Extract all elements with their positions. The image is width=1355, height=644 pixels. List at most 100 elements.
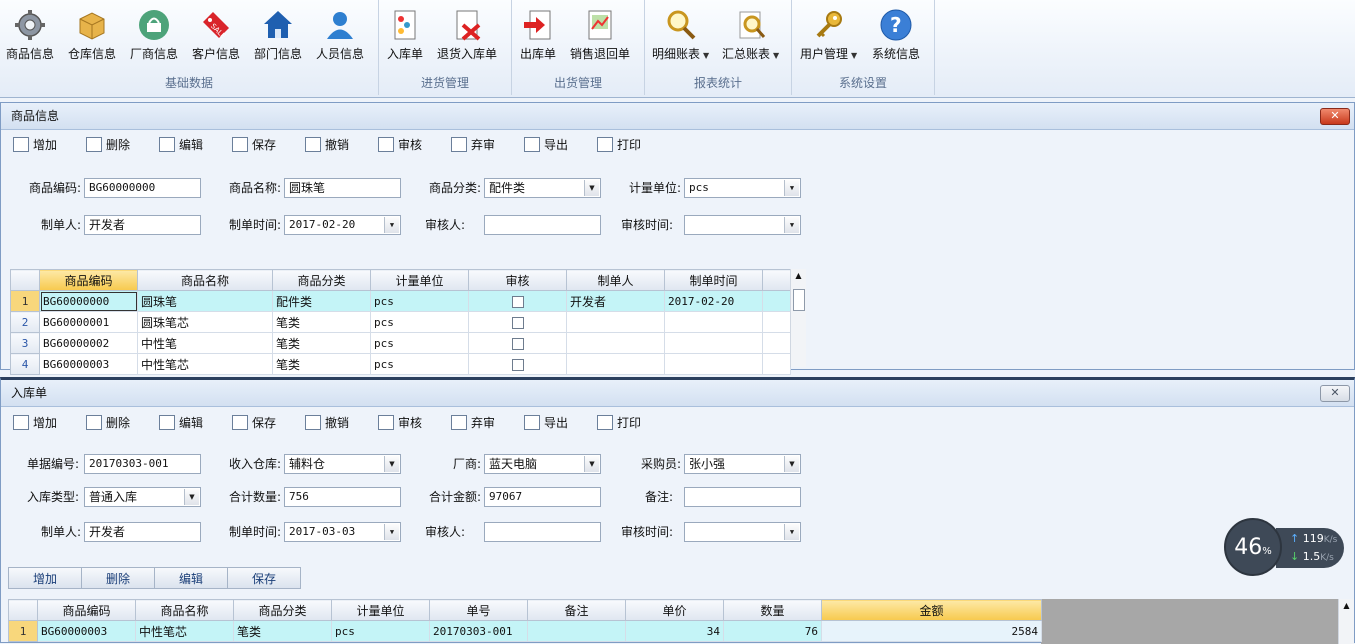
- cell-category[interactable]: 笔类: [233, 620, 332, 642]
- column-header[interactable]: 计量单位: [331, 599, 430, 621]
- cell-category[interactable]: 笔类: [272, 311, 371, 333]
- checkbox[interactable]: [511, 316, 524, 329]
- cell-date[interactable]: 2017-02-20: [664, 290, 763, 312]
- creator-field[interactable]: 开发者: [84, 522, 201, 542]
- cell-code[interactable]: BG60000003: [37, 620, 136, 642]
- chevron-down-icon[interactable]: ▼: [784, 217, 799, 233]
- product-category-select[interactable]: 配件类 ▼: [484, 178, 601, 198]
- cell-creator[interactable]: [566, 311, 665, 333]
- chevron-down-icon[interactable]: ▼: [773, 51, 779, 60]
- warehouse-select[interactable]: 辅料仓 ▼: [284, 454, 401, 474]
- cell-date[interactable]: [664, 311, 763, 333]
- checkbox[interactable]: [511, 358, 524, 371]
- ribbon-btn-department-info[interactable]: 部门信息: [254, 8, 302, 62]
- ribbon-btn-outbound[interactable]: 出库单: [520, 8, 556, 62]
- inbound-type-select[interactable]: 普通入库 ▼: [84, 487, 201, 507]
- buyer-select[interactable]: 张小强 ▼: [684, 454, 801, 474]
- column-header[interactable]: 商品编码: [37, 599, 136, 621]
- toolbar-add-button[interactable]: 增加: [13, 413, 57, 433]
- table-row[interactable]: 1 BG60000003 中性笔芯 笔类 pcs 20170303-001 34…: [8, 620, 1042, 642]
- column-header[interactable]: 制单人: [566, 269, 665, 291]
- toolbar-save-button[interactable]: 保存: [232, 135, 276, 155]
- table-row[interactable]: 4 BG60000003 中性笔芯 笔类 pcs: [10, 353, 791, 375]
- toolbar-audit-button[interactable]: 审核: [378, 413, 422, 433]
- cell-unit[interactable]: pcs: [370, 290, 469, 312]
- toolbar-print-button[interactable]: 打印: [597, 413, 641, 433]
- cell-audit[interactable]: [468, 290, 567, 312]
- column-header[interactable]: 计量单位: [370, 269, 469, 291]
- column-header[interactable]: 数量: [723, 599, 822, 621]
- detail-edit-button[interactable]: 编辑: [154, 567, 228, 589]
- cell-name[interactable]: 中性笔: [137, 332, 273, 354]
- vendor-select[interactable]: 蓝天电脑 ▼: [484, 454, 601, 474]
- product-name-field[interactable]: 圆珠笔: [284, 178, 401, 198]
- ribbon-btn-detail-ledger[interactable]: 明细账表 ▼: [652, 8, 709, 62]
- cell-category[interactable]: 配件类: [272, 290, 371, 312]
- checkbox[interactable]: [511, 295, 524, 308]
- toolbar-edit-button[interactable]: 编辑: [159, 135, 203, 155]
- cell-date[interactable]: [664, 332, 763, 354]
- toolbar-delete-button[interactable]: 删除: [86, 413, 130, 433]
- ribbon-btn-sales-return[interactable]: 销售退回单: [570, 8, 630, 62]
- close-button[interactable]: ✕: [1320, 108, 1350, 125]
- close-button[interactable]: ✕: [1320, 385, 1350, 402]
- cell-code[interactable]: BG60000001: [39, 311, 138, 333]
- ribbon-btn-user-management[interactable]: 用户管理 ▼: [800, 8, 857, 62]
- toolbar-unaudit-button[interactable]: 弃审: [451, 413, 495, 433]
- chevron-down-icon[interactable]: ▼: [384, 456, 399, 472]
- remark-field[interactable]: [684, 487, 801, 507]
- cell-unit[interactable]: pcs: [331, 620, 430, 642]
- created-time-select[interactable]: 2017-03-03 ▼: [284, 522, 401, 542]
- scroll-thumb[interactable]: [793, 289, 805, 311]
- cell-qty[interactable]: 76: [723, 620, 822, 642]
- column-header[interactable]: 审核: [468, 269, 567, 291]
- chevron-down-icon[interactable]: ▼: [384, 524, 399, 540]
- cell-creator[interactable]: [566, 353, 665, 375]
- network-speed-widget[interactable]: ↑ 119K/s ↓ 1.5K/s 46%: [1224, 518, 1344, 578]
- column-header[interactable]: 商品分类: [233, 599, 332, 621]
- column-header[interactable]: 单价: [625, 599, 724, 621]
- toolbar-save-button[interactable]: 保存: [232, 413, 276, 433]
- chevron-down-icon[interactable]: ▼: [384, 217, 399, 233]
- chevron-down-icon[interactable]: ▼: [584, 180, 599, 196]
- cell-category[interactable]: 笔类: [272, 332, 371, 354]
- product-code-field[interactable]: BG60000000: [84, 178, 201, 198]
- auditor-field[interactable]: [484, 522, 601, 542]
- cell-name[interactable]: 中性笔芯: [135, 620, 234, 642]
- cell-unit[interactable]: pcs: [370, 311, 469, 333]
- chevron-down-icon[interactable]: ▼: [784, 524, 799, 540]
- cell-name[interactable]: 圆珠笔芯: [137, 311, 273, 333]
- created-time-select[interactable]: 2017-02-20 ▼: [284, 215, 401, 235]
- column-header[interactable]: 商品分类: [272, 269, 371, 291]
- cell-audit[interactable]: [468, 332, 567, 354]
- cell-amount[interactable]: 2584: [821, 620, 1042, 642]
- ribbon-btn-vendor-info[interactable]: 厂商信息: [130, 8, 178, 62]
- column-header[interactable]: 商品编码: [39, 269, 138, 291]
- audit-time-select[interactable]: ▼: [684, 215, 801, 235]
- toolbar-export-button[interactable]: 导出: [524, 413, 568, 433]
- column-header[interactable]: 制单时间: [664, 269, 763, 291]
- column-header[interactable]: 单号: [429, 599, 528, 621]
- creator-field[interactable]: 开发者: [84, 215, 201, 235]
- ribbon-btn-staff-info[interactable]: 人员信息: [316, 8, 364, 62]
- column-header[interactable]: 金额: [821, 599, 1042, 621]
- cell-category[interactable]: 笔类: [272, 353, 371, 375]
- chevron-down-icon[interactable]: ▼: [584, 456, 599, 472]
- cell-doc-no[interactable]: 20170303-001: [429, 620, 528, 642]
- toolbar-undo-button[interactable]: 撤销: [305, 413, 349, 433]
- cell-code[interactable]: BG60000002: [39, 332, 138, 354]
- checkbox[interactable]: [511, 337, 524, 350]
- column-header[interactable]: 商品名称: [135, 599, 234, 621]
- cell-code[interactable]: BG60000000: [39, 290, 138, 312]
- amount-total-field[interactable]: 97067: [484, 487, 601, 507]
- auditor-field[interactable]: [484, 215, 601, 235]
- product-grid-scrollbar[interactable]: ▲: [790, 269, 806, 367]
- ribbon-btn-product-info[interactable]: 商品信息: [6, 8, 54, 62]
- toolbar-print-button[interactable]: 打印: [597, 135, 641, 155]
- cell-creator[interactable]: [566, 332, 665, 354]
- column-header[interactable]: 商品名称: [137, 269, 273, 291]
- toolbar-export-button[interactable]: 导出: [524, 135, 568, 155]
- chevron-down-icon[interactable]: ▼: [784, 456, 799, 472]
- ribbon-btn-customer-info[interactable]: SALE 客户信息: [192, 8, 240, 62]
- toolbar-undo-button[interactable]: 撤销: [305, 135, 349, 155]
